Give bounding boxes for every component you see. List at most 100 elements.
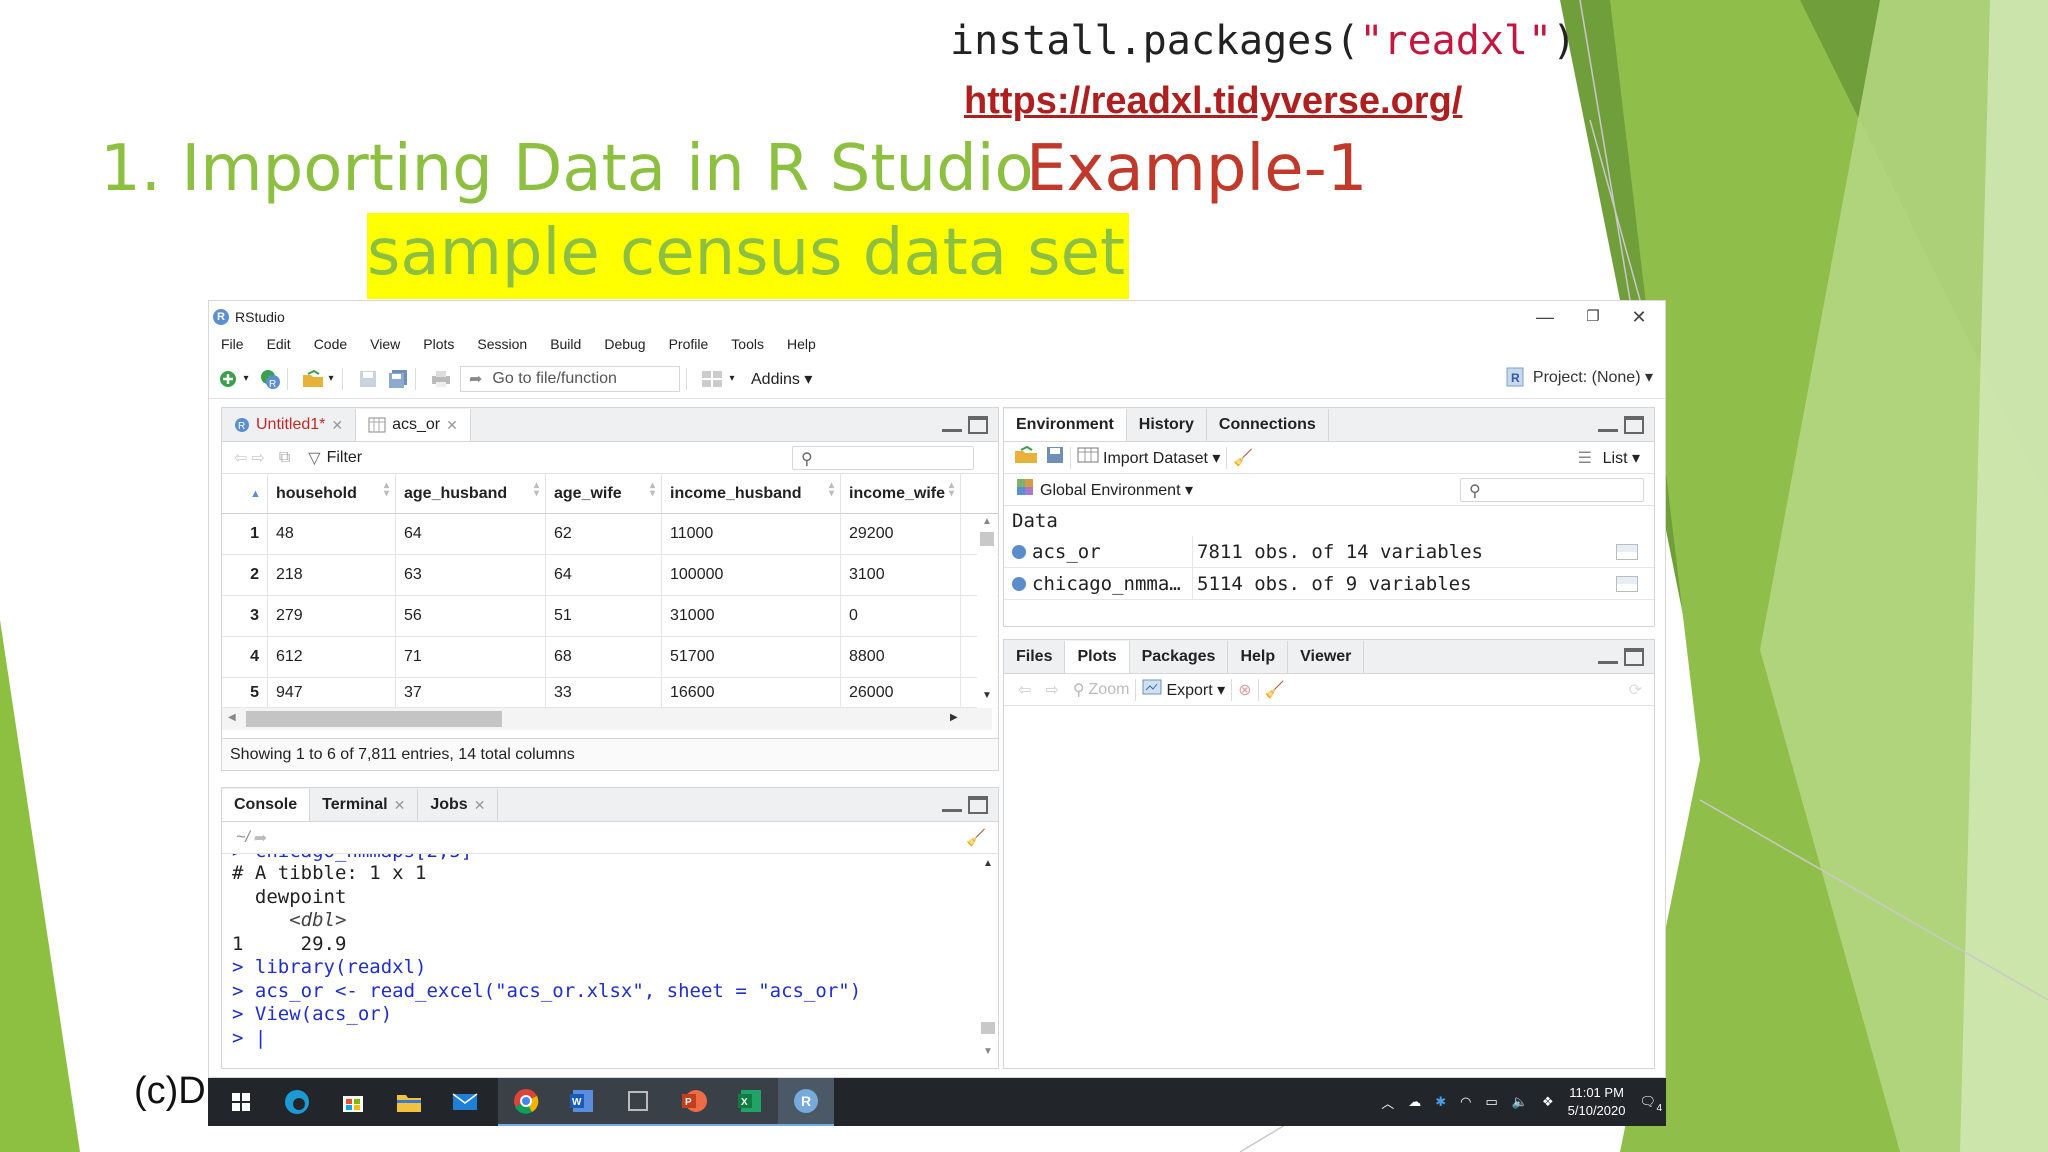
filter-icon[interactable]: ▽ [308,448,320,468]
menu-debug[interactable]: Debug [592,336,656,352]
maximize-pane-icon[interactable] [1624,648,1644,666]
open-file-dropdown-icon[interactable]: ▾ [326,368,336,390]
wifi-icon[interactable]: ◠ [1460,1094,1471,1110]
clear-plots-icon[interactable]: 🧹 [1265,680,1285,700]
close-button[interactable]: ✕ [1629,307,1649,327]
env-item[interactable]: acs_or 7811 obs. of 14 variables [1004,536,1654,568]
env-item[interactable]: chicago_nmma… 5114 obs. of 9 variables [1004,568,1654,600]
minimize-pane-icon[interactable] [942,416,962,432]
slide-link[interactable]: https://readxl.tidyverse.org/ [964,80,1462,123]
console-output[interactable]: > chicago_nmmaps[2,5] # A tibble: 1 x 1 … [222,854,982,1068]
grid-layout-icon[interactable] [701,368,723,390]
tab-plots[interactable]: Plots [1065,641,1130,673]
view-table-icon[interactable] [1616,575,1638,592]
edge-browser-icon[interactable] [284,1089,310,1115]
notifications-icon[interactable]: 🗨 4 [1639,1094,1662,1114]
scrollbar-thumb[interactable] [981,1022,995,1034]
zoom-button[interactable]: Zoom [1089,681,1130,699]
close-tab-icon[interactable]: ✕ [474,797,486,814]
tab-jobs[interactable]: Jobs ✕ [418,789,499,821]
view-table-icon[interactable] [1616,543,1638,560]
scrollbar-thumb[interactable] [980,532,994,546]
tab-packages[interactable]: Packages [1130,641,1229,673]
back-arrow-icon[interactable]: ⇦ [234,448,247,468]
tab-history[interactable]: History [1127,409,1207,441]
go-to-file-input[interactable]: ➦ Go to file/function [460,365,680,392]
column-header[interactable]: income_wife ▴ ▾ [841,474,961,513]
scroll-right-icon[interactable]: ▶ [950,712,958,723]
goto-dir-icon[interactable]: ➦ [254,828,267,848]
close-tab-icon[interactable]: ✕ [446,417,458,434]
close-tab-icon[interactable]: ✕ [331,417,343,434]
tab-viewer[interactable]: Viewer [1288,641,1365,673]
volume-icon[interactable]: 🔈 [1512,1094,1528,1110]
list-view-button[interactable]: List ▾ [1603,448,1640,468]
menu-file[interactable]: File [209,336,255,352]
app-window-icon[interactable] [610,1078,666,1126]
minimize-pane-icon[interactable] [942,796,962,812]
minimize-pane-icon[interactable] [1598,648,1618,664]
menu-tools[interactable]: Tools [719,336,775,352]
maximize-pane-icon[interactable] [968,416,988,434]
menu-view[interactable]: View [358,336,411,352]
scroll-down-icon[interactable]: ▼ [982,690,992,701]
file-explorer-icon[interactable] [396,1089,422,1115]
dataviewer-search-input[interactable]: ⚲ [792,446,974,470]
horizontal-scrollbar[interactable]: ◀ ▶ [222,708,992,730]
maximize-pane-icon[interactable] [968,796,988,814]
tab-console[interactable]: Console [222,789,311,821]
column-header[interactable]: income_husband ▴ ▾ [662,474,841,513]
store-icon[interactable] [340,1089,366,1115]
menu-build[interactable]: Build [538,336,592,352]
excel-icon[interactable]: X [722,1078,778,1126]
tab-untitled1[interactable]: R Untitled1* ✕ [222,409,357,441]
menu-edit[interactable]: Edit [255,336,302,352]
onedrive-icon[interactable]: ☁ [1408,1094,1421,1110]
global-env-dropdown[interactable]: Global Environment ▾ [1040,480,1193,500]
chevron-up-icon[interactable]: ︿ [1381,1093,1394,1112]
chrome-icon[interactable] [498,1078,554,1126]
tab-terminal[interactable]: Terminal ✕ [310,789,419,821]
import-dataset-button[interactable]: Import Dataset ▾ [1103,448,1220,468]
prev-plot-icon[interactable]: ⇦ [1018,680,1031,700]
forward-arrow-icon[interactable]: ⇨ [251,448,264,468]
layout-dropdown-icon[interactable]: ▾ [727,368,737,390]
row-index-header[interactable]: ▲ [222,474,268,513]
menu-session[interactable]: Session [465,336,538,352]
refresh-icon[interactable]: ⟳ [1629,680,1642,700]
print-icon[interactable] [430,368,452,390]
open-file-icon[interactable] [302,368,324,390]
new-file-dropdown-icon[interactable]: ▾ [241,368,251,390]
minimize-pane-icon[interactable] [1598,416,1618,432]
menu-profile[interactable]: Profile [657,336,720,352]
clear-objects-icon[interactable]: 🧹 [1233,448,1253,468]
rstudio-taskbar-icon[interactable]: R [778,1078,834,1126]
hscrollbar-thumb[interactable] [246,711,502,727]
tab-connections[interactable]: Connections [1207,409,1329,441]
taskbar-clock[interactable]: 11:01 PM 5/10/2020 [1568,1084,1626,1120]
remove-plot-icon[interactable]: ⊗ [1238,680,1251,700]
env-search-input[interactable]: ⚲ [1460,478,1644,502]
list-view-icon[interactable]: ☰ [1578,448,1592,468]
addins-menu[interactable]: Addins ▾ [751,369,812,389]
minimize-button[interactable]: — [1535,307,1555,327]
save-icon[interactable] [357,368,379,390]
console-prompt[interactable]: > | [232,1027,266,1049]
next-plot-icon[interactable]: ⇨ [1045,680,1058,700]
menu-help[interactable]: Help [775,336,827,352]
word-icon[interactable]: W [554,1078,610,1126]
bluetooth-icon[interactable]: ✱ [1435,1094,1446,1110]
restore-button[interactable]: ❐ [1583,307,1603,327]
tab-help[interactable]: Help [1228,641,1289,673]
scroll-up-icon[interactable]: ▲ [983,858,993,869]
column-header[interactable]: household ▴ ▾ [268,474,396,513]
project-menu[interactable]: R Project: (None) ▾ [1505,367,1653,387]
battery-icon[interactable]: ▭ [1486,1094,1498,1110]
new-file-icon[interactable] [217,368,239,390]
tab-environment[interactable]: Environment [1004,409,1127,441]
new-project-icon[interactable]: R [259,368,281,390]
filter-label[interactable]: Filter [327,449,363,467]
tab-files[interactable]: Files [1004,641,1066,673]
scroll-down-icon[interactable]: ▼ [983,1046,993,1057]
menu-plots[interactable]: Plots [411,336,465,352]
